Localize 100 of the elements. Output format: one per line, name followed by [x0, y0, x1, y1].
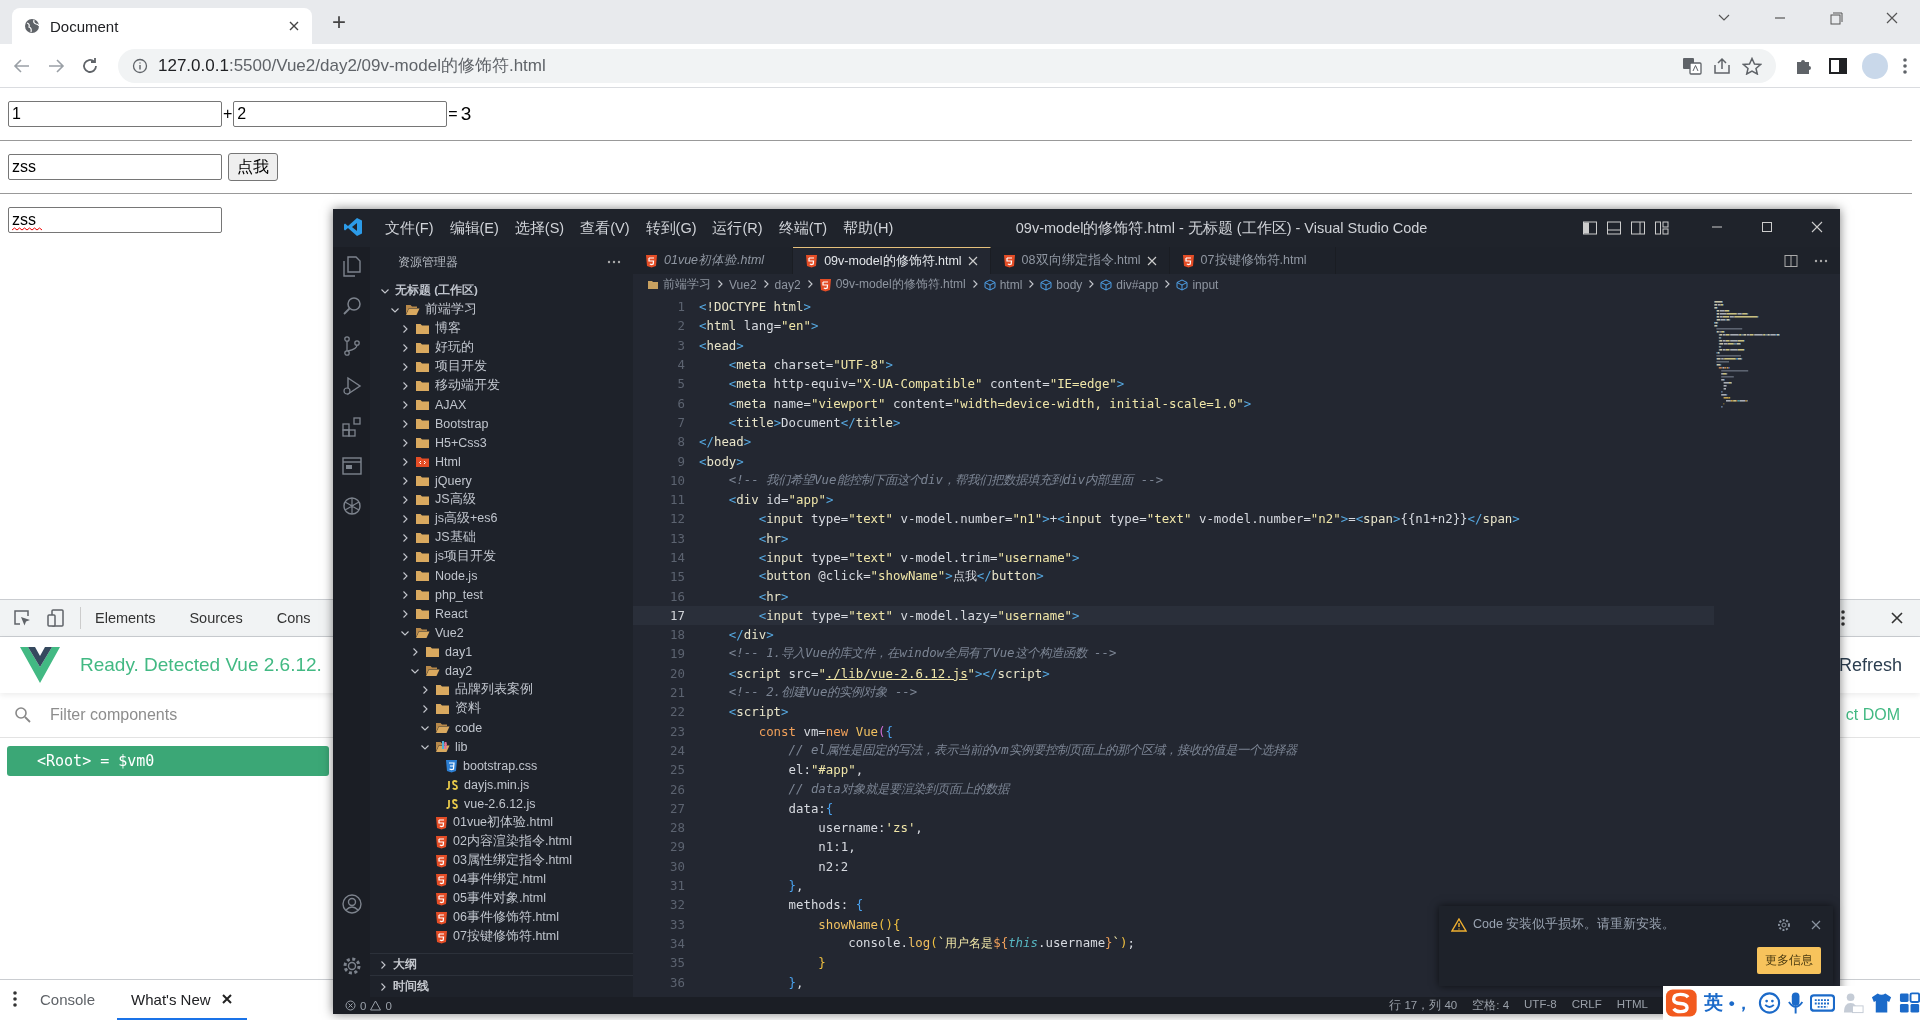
tree-item-label[interactable]: day2 [445, 663, 473, 678]
breadcrumb[interactable]: 09v-model的修饰符.html [835, 276, 966, 293]
side-panel-icon[interactable] [1828, 55, 1848, 76]
language-mode[interactable]: 英 [1703, 990, 1723, 1016]
sidebar-right-icon[interactable] [1629, 220, 1646, 236]
chevron-right-icon[interactable] [410, 646, 420, 657]
tree-item-label[interactable]: 资料 [455, 700, 481, 717]
ime-logo-icon[interactable] [1665, 987, 1698, 1019]
breadcrumb[interactable]: input [1192, 277, 1219, 292]
inspect-icon[interactable] [12, 608, 32, 628]
extensions-icon[interactable] [340, 415, 363, 437]
grid-icon[interactable] [1898, 992, 1920, 1014]
chevron-right-icon[interactable] [400, 380, 410, 391]
tree-item-label[interactable]: day1 [445, 644, 473, 659]
menu-item[interactable]: 转到(G) [637, 218, 705, 238]
drawer-tab[interactable]: What's New [117, 980, 247, 1020]
tree-item-label[interactable]: JS高级 [435, 491, 476, 508]
files-icon[interactable] [340, 255, 363, 277]
menu-item[interactable]: 查看(V) [572, 218, 638, 238]
tree-item-label[interactable]: H5+Css3 [435, 435, 487, 450]
tree-item-label[interactable]: bootstrap.css [463, 758, 538, 773]
tree-item-label[interactable]: js项目开发 [435, 548, 497, 565]
chevron-right-icon[interactable] [420, 703, 430, 714]
star-icon[interactable] [1742, 56, 1762, 75]
chevron-right-icon[interactable] [420, 684, 430, 695]
tree-item-label[interactable]: Node.js [435, 568, 478, 583]
chevron-right-icon[interactable] [400, 323, 410, 334]
tree-item-label[interactable]: 品牌列表案例 [455, 681, 533, 698]
tree-item-label[interactable]: 06事件修饰符.html [453, 909, 559, 926]
breadcrumb[interactable]: day2 [774, 277, 801, 292]
new-tab-button[interactable]: + [326, 8, 352, 36]
status-item[interactable]: 空格: 4 [1472, 998, 1510, 1013]
menu-item[interactable]: 运行(R) [704, 218, 771, 238]
chevron-right-icon[interactable] [400, 475, 410, 486]
more-info-button[interactable]: 更多信息 [1757, 947, 1821, 974]
shirt-icon[interactable] [1869, 991, 1893, 1015]
close-icon[interactable] [220, 993, 233, 1005]
tree-item-label[interactable]: 02内容渲染指令.html [453, 833, 572, 850]
menu-item[interactable]: 终端(T) [770, 218, 836, 238]
warning-icon[interactable] [370, 1000, 382, 1011]
menu-item[interactable]: 帮助(H) [835, 218, 902, 238]
tree-item-label[interactable]: 01vue初体验.html [453, 814, 554, 831]
status-item[interactable]: 行 17，列 40 [1389, 998, 1458, 1013]
tree-item-label[interactable]: lib [455, 739, 468, 754]
panel-header[interactable]: 时间线 [393, 979, 429, 994]
tree-item-label[interactable]: 移动端开发 [435, 377, 500, 394]
chevron-right-icon[interactable] [715, 278, 725, 289]
tree-item-label[interactable]: vue-2.6.12.js [464, 796, 536, 811]
tree-item-label[interactable]: 前端学习 [425, 301, 477, 318]
smiley-icon[interactable] [1757, 991, 1781, 1015]
chevron-right-icon[interactable] [400, 342, 410, 353]
devtools-tab[interactable]: Cons [276, 610, 311, 626]
panel-header[interactable]: 大纲 [393, 957, 417, 972]
number-field[interactable]: 1 [8, 101, 222, 127]
panel-bottom-icon[interactable] [1605, 220, 1622, 236]
tree-item-label[interactable]: React [435, 606, 468, 621]
username-field[interactable]: zss [8, 207, 222, 233]
close-icon[interactable] [288, 20, 300, 32]
chevron-right-icon[interactable] [400, 608, 410, 619]
click-me-button[interactable]: 点我 [228, 153, 278, 181]
breadcrumb[interactable]: 前端学习 [663, 276, 711, 293]
error-count[interactable]: 0 [360, 999, 367, 1012]
settings-icon[interactable] [1777, 917, 1791, 932]
drawer-tab[interactable]: Console [26, 980, 110, 1020]
status-item[interactable]: CRLF [1571, 998, 1602, 1013]
menu-item[interactable]: 文件(F) [377, 218, 442, 238]
device-toolbar-icon[interactable] [46, 608, 66, 628]
account-icon[interactable] [340, 893, 363, 915]
more-icon[interactable] [1814, 257, 1828, 264]
devtools-tab[interactable]: Sources [189, 610, 243, 626]
tree-item-label[interactable]: jQuery [435, 473, 472, 488]
refresh-button[interactable]: Refresh [1838, 654, 1902, 676]
tree-item-label[interactable]: 03属性绑定指令.html [453, 852, 572, 869]
tree-item-label[interactable]: 04事件绑定.html [453, 871, 546, 888]
chevron-right-icon[interactable] [400, 532, 410, 543]
share-icon[interactable] [1712, 56, 1732, 75]
tree-item-label[interactable]: 07按键修饰符.html [453, 928, 559, 945]
chevron-right-icon[interactable] [400, 361, 410, 372]
reload-icon[interactable] [80, 55, 100, 76]
breadcrumb[interactable]: div#app [1116, 277, 1159, 292]
tree-item-label[interactable]: JS基础 [435, 529, 476, 546]
status-item[interactable]: UTF-8 [1524, 998, 1557, 1013]
tree-item-label[interactable]: js高级+es6 [435, 510, 498, 527]
browser-preview-icon[interactable] [340, 455, 363, 477]
knot-icon[interactable] [340, 495, 363, 517]
chevron-right-icon[interactable] [400, 494, 410, 505]
tree-item-label[interactable]: 项目开发 [435, 358, 487, 375]
kebab-menu-icon[interactable] [1902, 55, 1908, 76]
tree-item-label[interactable]: Html [435, 454, 461, 469]
breadcrumb[interactable]: body [1056, 277, 1083, 292]
tree-item-label[interactable]: 好玩的 [435, 339, 474, 356]
tree-item-label[interactable]: 05事件对象.html [453, 890, 546, 907]
chevron-right-icon[interactable] [400, 418, 410, 429]
layout-grid-icon[interactable] [1653, 220, 1670, 236]
chevron-right-icon[interactable] [400, 570, 410, 581]
chevron-right-icon[interactable] [378, 981, 388, 992]
breadcrumb[interactable]: Vue2 [729, 277, 757, 292]
editor-tab[interactable]: 07按键修饰符.html [1169, 247, 1336, 274]
keyboard-icon[interactable] [1809, 993, 1835, 1013]
menu-item[interactable]: 选择(S) [506, 218, 573, 238]
